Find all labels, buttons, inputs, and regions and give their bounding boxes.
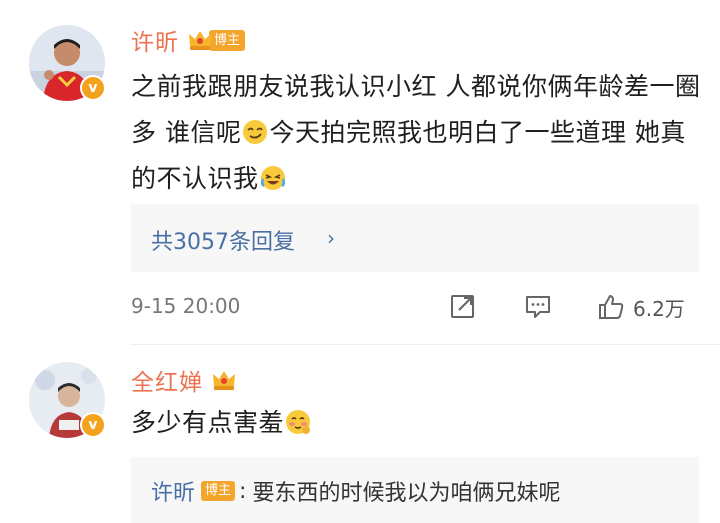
crown-icon [187, 28, 213, 52]
username-row: 许昕 博主 [131, 23, 246, 57]
username-row: 全红婵 [131, 364, 237, 396]
comment-text: 多少有点害羞 [131, 400, 701, 446]
comment-icon [526, 296, 550, 318]
like-button[interactable]: 6.2万 [597, 292, 685, 322]
sub-reply-colon: : [239, 478, 247, 504]
chevron-right-icon: › [327, 226, 335, 250]
like-count: 6.2万 [633, 296, 685, 321]
blogger-tag: 博主 [209, 29, 246, 51]
verified-badge-icon: v [80, 412, 106, 438]
sub-reply: 许昕 博主 : 要东西的时候我以为咱俩兄妹呢 [151, 475, 560, 507]
comment-time: 9-15 20:00 [131, 294, 241, 318]
comment-meta: 9-15 20:00 6.2万 [131, 292, 701, 324]
reply-summary[interactable]: 共3057条回复 › [131, 204, 699, 272]
blogger-tag: 博主 [201, 481, 236, 501]
thumbs-up-icon [599, 295, 624, 319]
reply-count-link[interactable]: 共3057条回复 [151, 224, 295, 256]
reply-button[interactable] [524, 292, 552, 322]
comment-item: v 全红婵 多少有点害羞 许昕 博主 : 要东西的时候我以为咱俩兄妹呢 [0, 345, 720, 523]
share-button[interactable] [449, 292, 477, 322]
username[interactable]: 全红婵 [131, 363, 203, 397]
share-icon [451, 295, 474, 318]
laugh-cry-emoji [260, 165, 286, 191]
verified-badge-icon: v [80, 75, 106, 101]
comment-text-part: 多少有点害羞 [131, 408, 285, 437]
shy-emoji [285, 409, 311, 435]
comment-item: v 许昕 博主 之前我跟朋友说我认识小红 人都说你俩年龄差一圈多 谁信呢 今天拍完… [0, 0, 720, 345]
comment-text: 之前我跟朋友说我认识小红 人都说你俩年龄差一圈多 谁信呢 今天拍完照我也明白了一些… [131, 64, 701, 202]
sub-reply-box[interactable]: 许昕 博主 : 要东西的时候我以为咱俩兄妹呢 [131, 457, 699, 523]
username[interactable]: 许昕 [131, 23, 179, 57]
sub-reply-username[interactable]: 许昕 [151, 475, 195, 507]
smirk-emoji [242, 119, 268, 145]
sub-reply-text: 要东西的时候我以为咱俩兄妹呢 [252, 481, 561, 506]
crown-icon [211, 368, 237, 392]
